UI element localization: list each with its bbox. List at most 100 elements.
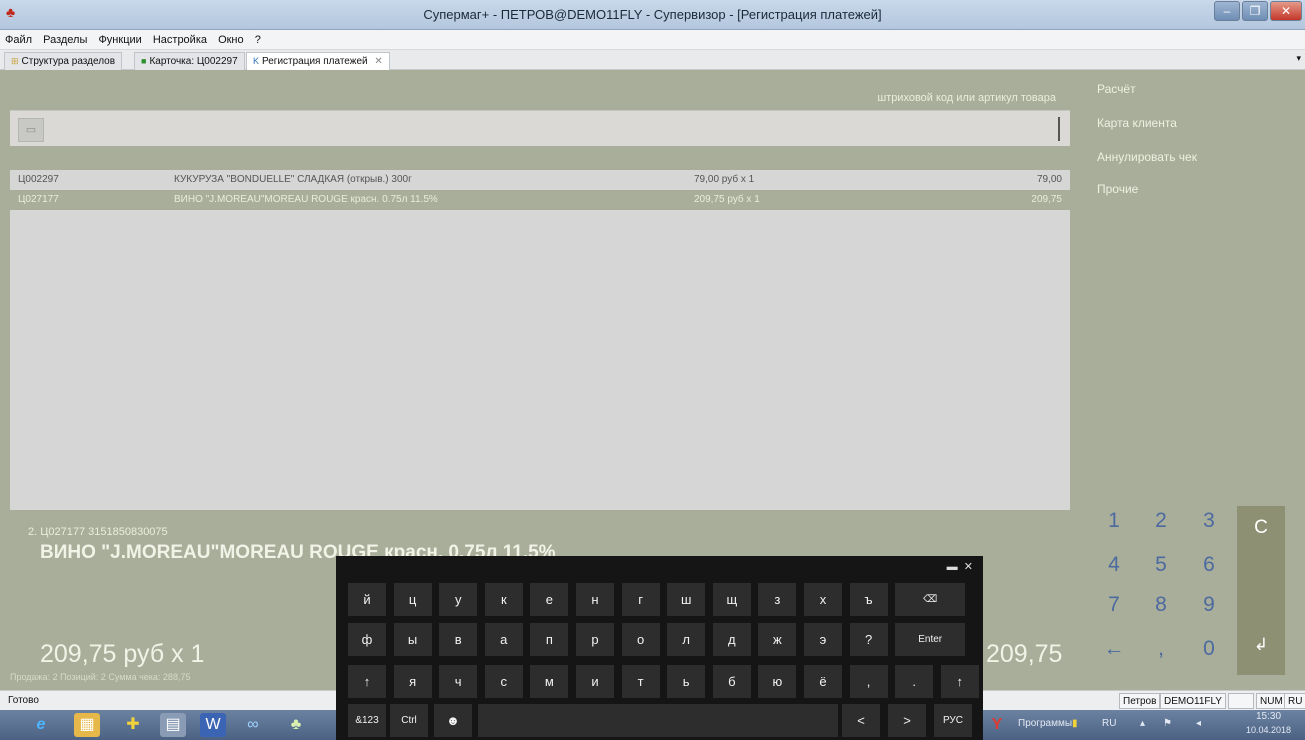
key-space[interactable] (478, 704, 838, 737)
key-row3-0[interactable]: ↑ (348, 665, 386, 698)
tray-network-icon[interactable]: ⚑ (1163, 718, 1172, 729)
key-row4-5[interactable]: > (888, 704, 926, 737)
close-button[interactable]: ✕ (1270, 1, 1302, 21)
barcode-input[interactable]: ▭ (10, 110, 1070, 146)
key-row3-8[interactable]: б (712, 665, 751, 698)
menu-sections[interactable]: Разделы (38, 30, 90, 46)
folder-icon[interactable]: ▤ (160, 713, 186, 737)
key-row2-3[interactable]: а (484, 623, 523, 656)
numpad-9[interactable]: 9 (1189, 593, 1229, 617)
numpad-1[interactable]: 1 (1094, 509, 1134, 533)
tray-chevron-icon[interactable]: ▴ (1140, 718, 1145, 729)
key-row4-2[interactable]: ☻ (434, 704, 472, 737)
close-tab-icon[interactable]: ✕ (374, 56, 382, 67)
key-row3-11[interactable]: , (849, 665, 888, 698)
key-row2-9[interactable]: ж (758, 623, 797, 656)
key-row4-4[interactable]: < (842, 704, 880, 737)
list-item-selected[interactable]: Ц027177 ВИНО "J.MOREAU"MOREAU ROUGE крас… (10, 190, 1070, 210)
other-button[interactable]: Прочие (1097, 182, 1138, 196)
numpad-backspace[interactable]: ← (1094, 637, 1134, 661)
key-row3-1[interactable]: я (393, 665, 432, 698)
key-row3-13[interactable]: ↑ (940, 665, 979, 698)
key-row3-4[interactable]: м (530, 665, 569, 698)
key-row3-6[interactable]: т (621, 665, 660, 698)
scanner-icon[interactable]: ▭ (18, 118, 44, 142)
tray-volume-icon[interactable]: ◂ (1196, 718, 1201, 729)
tab-card[interactable]: ■ Карточка: Ц002297 (134, 52, 245, 70)
numpad-6[interactable]: 6 (1189, 553, 1229, 577)
list-item[interactable]: Ц002297 КУКУРУЗА "BONDUELLE" СЛАДКАЯ (от… (10, 170, 1070, 190)
tray-folder-icon[interactable]: ▮ (1072, 718, 1078, 729)
key-row2-0[interactable]: ф (348, 623, 386, 656)
explorer-icon[interactable]: ▦ (74, 713, 100, 737)
items-list[interactable]: Ц002297 КУКУРУЗА "BONDUELLE" СЛАДКАЯ (от… (10, 170, 1070, 510)
menu-help[interactable]: ? (250, 30, 264, 46)
key-row1-12[interactable]: ⌫ (895, 583, 966, 616)
restore-button[interactable]: ❐ (1242, 1, 1268, 21)
client-card-button[interactable]: Карта клиента (1097, 116, 1177, 130)
numpad-7[interactable]: 7 (1094, 593, 1134, 617)
yandex-icon[interactable]: Y (984, 713, 1010, 737)
menu-file[interactable]: Файл (0, 30, 35, 46)
key-row3-10[interactable]: ё (804, 665, 842, 698)
key-row2-2[interactable]: в (439, 623, 478, 656)
key-row2-7[interactable]: л (667, 623, 706, 656)
numpad-8[interactable]: 8 (1141, 593, 1181, 617)
game-icon[interactable]: ♣ (283, 713, 309, 737)
key-row3-5[interactable]: и (576, 665, 614, 698)
minimize-button[interactable]: – (1214, 1, 1240, 21)
key-row1-6[interactable]: г (621, 583, 660, 616)
key-row4-1[interactable]: Ctrl (390, 704, 428, 737)
numpad-comma[interactable]: , (1141, 637, 1181, 661)
menu-settings[interactable]: Настройка (148, 30, 210, 46)
tab-payment-registration[interactable]: K Регистрация платежей ✕ (246, 52, 390, 70)
cancel-receipt-button[interactable]: Аннулировать чек (1097, 150, 1197, 164)
key-row1-2[interactable]: у (439, 583, 478, 616)
key-row1-0[interactable]: й (348, 583, 386, 616)
key-row3-2[interactable]: ч (439, 665, 478, 698)
numpad-enter-button[interactable]: ↲ (1237, 550, 1285, 675)
tabs-dropdown-icon[interactable]: ▾ (1296, 53, 1301, 64)
numpad-0[interactable]: 0 (1189, 637, 1229, 661)
menu-functions[interactable]: Функции (93, 30, 144, 46)
tray-time[interactable]: 15:30 (1256, 711, 1281, 722)
key-row2-4[interactable]: п (530, 623, 569, 656)
ie-icon[interactable]: e (28, 713, 54, 737)
key-row3-9[interactable]: ю (758, 665, 797, 698)
word-icon[interactable]: W (200, 713, 226, 737)
key-row3-7[interactable]: ь (667, 665, 706, 698)
key-row2-10[interactable]: э (804, 623, 842, 656)
tray-date[interactable]: 10.04.2018 (1246, 725, 1291, 735)
tray-lang[interactable]: RU (1102, 718, 1116, 729)
key-row1-9[interactable]: з (758, 583, 797, 616)
key-row4-6[interactable]: РУС (934, 704, 972, 737)
key-row1-7[interactable]: ш (667, 583, 706, 616)
menu-window[interactable]: Окно (213, 30, 247, 46)
key-row2-1[interactable]: ы (393, 623, 432, 656)
key-row1-5[interactable]: н (576, 583, 614, 616)
key-row2-8[interactable]: д (712, 623, 751, 656)
tray-programs[interactable]: Программы (1018, 718, 1072, 729)
key-row2-12[interactable]: Enter (895, 623, 966, 656)
numpad-3[interactable]: 3 (1189, 509, 1229, 533)
key-row1-8[interactable]: щ (712, 583, 751, 616)
app-plus-icon[interactable]: ✚ (120, 713, 146, 737)
key-row2-6[interactable]: о (621, 623, 660, 656)
numpad-2[interactable]: 2 (1141, 509, 1181, 533)
key-row1-3[interactable]: к (484, 583, 523, 616)
keyboard-dock-icon[interactable]: ▬ ✕ (947, 560, 973, 573)
key-row2-5[interactable]: р (576, 623, 614, 656)
key-row1-4[interactable]: е (530, 583, 569, 616)
key-row1-11[interactable]: ъ (849, 583, 888, 616)
key-row1-1[interactable]: ц (393, 583, 432, 616)
key-row4-0[interactable]: &123 (348, 704, 386, 737)
numpad-clear-button[interactable]: C (1237, 506, 1285, 550)
numpad-5[interactable]: 5 (1141, 553, 1181, 577)
media-icon[interactable]: ∞ (240, 713, 266, 737)
tab-structure[interactable]: ⊞ Структура разделов (4, 52, 123, 70)
key-row3-12[interactable]: . (895, 665, 934, 698)
numpad-4[interactable]: 4 (1094, 553, 1134, 577)
key-row2-11[interactable]: ? (849, 623, 888, 656)
payment-button[interactable]: Расчёт (1097, 82, 1136, 96)
key-row1-10[interactable]: х (804, 583, 842, 616)
